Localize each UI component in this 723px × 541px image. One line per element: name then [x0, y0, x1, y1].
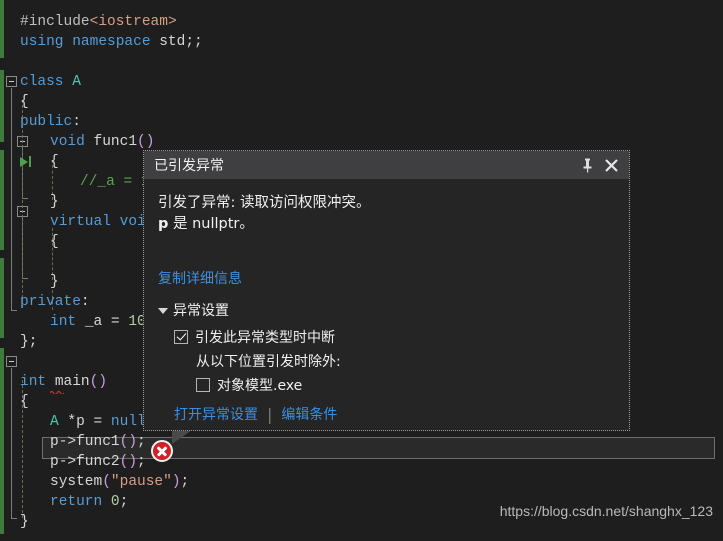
fold-rule: [11, 88, 12, 310]
exception-settings-header[interactable]: 异常设置: [158, 300, 629, 320]
popup-pointer-tail: [172, 430, 192, 444]
code-line: {: [20, 94, 29, 110]
green-arrow-icon: [20, 156, 34, 168]
code-line: using namespace std;;: [20, 34, 203, 50]
exe-exclusion-label: 对象模型.exe: [217, 378, 303, 394]
fold-rule: [11, 368, 12, 518]
fold-rule-foot: [11, 310, 17, 311]
code-line: return 0;: [50, 494, 129, 510]
code-line: {: [50, 234, 59, 250]
variable-value-text: 是 nullptr。: [168, 216, 254, 232]
code-line: void func1(): [50, 134, 155, 150]
code-line: //_a = 1: [80, 174, 150, 190]
code-line: A *p = nullp: [50, 414, 155, 430]
exception-thrown-popup[interactable]: 已引发异常 引发了异常: 读取访问权限冲突。 p 是 nullptr。 复制详细…: [143, 150, 630, 431]
popup-links-row: 打开异常设置 | 编辑条件: [174, 404, 629, 424]
exception-message-line2: p 是 nullptr。: [158, 214, 629, 235]
break-on-exception-checkbox[interactable]: [174, 330, 188, 344]
exception-settings-section: 异常设置 引发此异常类型时中断 从以下位置引发时除外: 对象模型.exe 打开异…: [158, 300, 629, 424]
popup-titlebar: 已引发异常: [144, 151, 629, 179]
close-icon[interactable]: [599, 153, 623, 177]
fold-toggle-main[interactable]: [6, 356, 17, 367]
chevron-down-icon[interactable]: [158, 308, 168, 314]
break-on-exception-row[interactable]: 引发此异常类型时中断: [174, 327, 629, 347]
except-when-thrown-label: 从以下位置引发时除外:: [196, 354, 341, 370]
code-line: #include<iostream>: [20, 14, 177, 30]
code-line: virtual void: [50, 214, 155, 230]
copy-details-link[interactable]: 复制详细信息: [158, 268, 242, 288]
popup-title: 已引发异常: [154, 158, 224, 174]
code-line: system("pause");: [50, 474, 190, 490]
exception-message-line1: 引发了异常: 读取访问权限冲突。: [158, 195, 371, 211]
code-line: {: [50, 154, 59, 170]
exe-exclusion-checkbox[interactable]: [196, 378, 210, 392]
link-separator: |: [267, 404, 273, 424]
fold-rule-foot: [11, 518, 17, 519]
code-line: }: [50, 194, 59, 210]
open-exception-settings-link[interactable]: 打开异常设置: [174, 404, 258, 424]
code-line: public:: [20, 114, 81, 130]
code-line: int main(): [20, 374, 108, 390]
edit-condition-link[interactable]: 编辑条件: [281, 404, 337, 424]
fold-toggle-class[interactable]: [6, 76, 17, 87]
code-line: }: [50, 274, 59, 290]
code-line: private:: [20, 294, 90, 310]
exe-exclusion-row[interactable]: 对象模型.exe: [196, 375, 629, 395]
code-line: class A: [20, 74, 81, 90]
variable-name: p: [158, 216, 169, 232]
pin-icon[interactable]: [575, 153, 599, 177]
watermark-url: https://blog.csdn.net/shanghx_123: [499, 503, 713, 519]
code-line: int _a = 10;: [50, 314, 154, 330]
code-line: p->func1();: [50, 434, 146, 450]
error-circle-icon[interactable]: [151, 440, 173, 462]
popup-body: 引发了异常: 读取访问权限冲突。 p 是 nullptr。 复制详细信息 异常设…: [144, 179, 629, 424]
code-line: p->func2();: [50, 454, 146, 470]
code-line: }: [20, 514, 29, 530]
break-on-exception-label: 引发此异常类型时中断: [195, 330, 335, 346]
code-line: };: [20, 334, 38, 350]
code-line: {: [20, 394, 29, 410]
exception-settings-label: 异常设置: [173, 303, 229, 319]
